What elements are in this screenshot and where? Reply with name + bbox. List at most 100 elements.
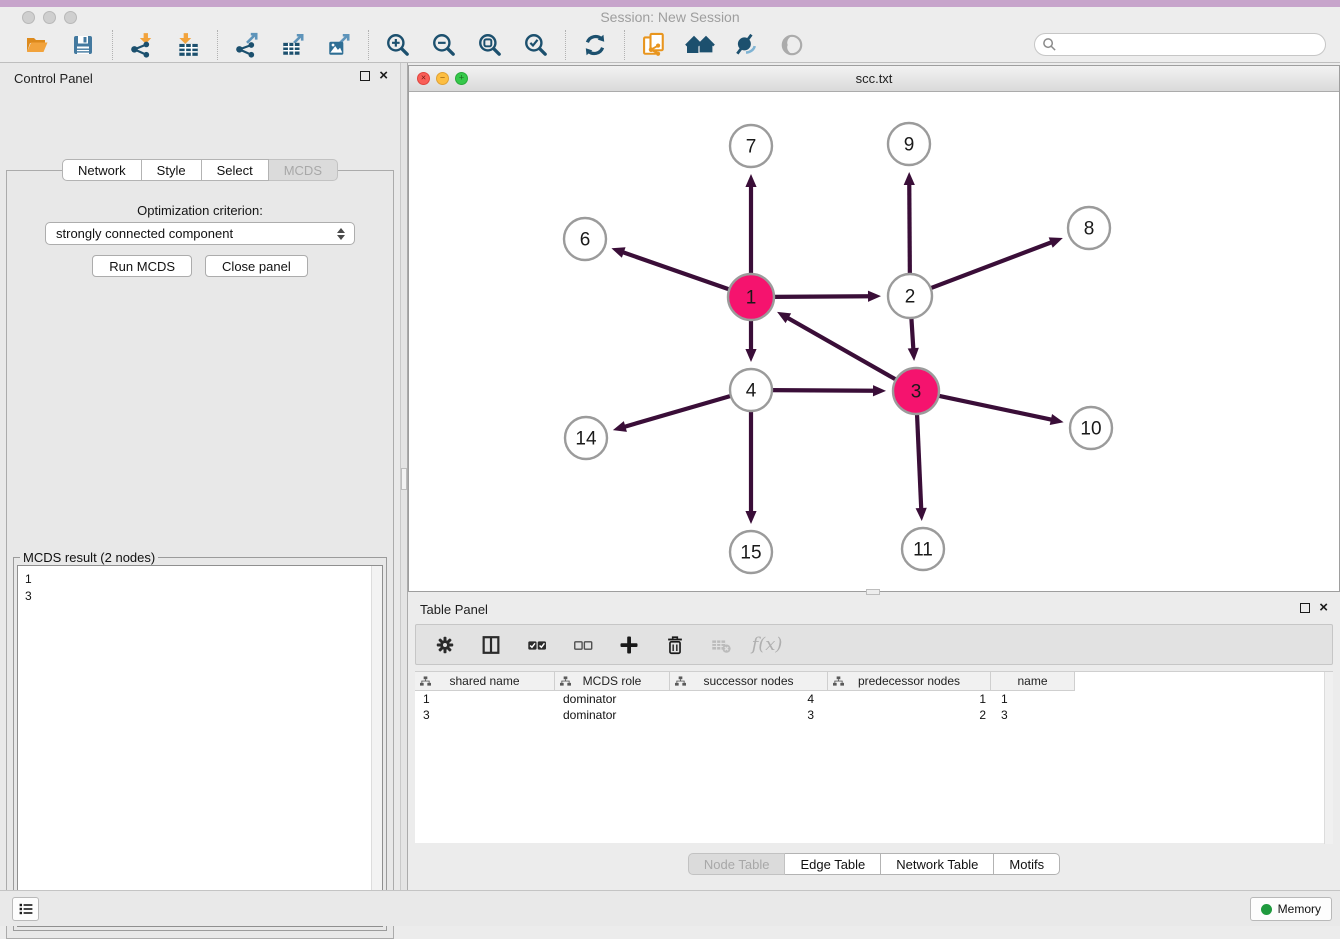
export-network-button[interactable] xyxy=(232,30,262,60)
tab-style[interactable]: Style xyxy=(142,159,202,181)
zoom-selected-button[interactable] xyxy=(521,30,551,60)
graph-node-8[interactable]: 8 xyxy=(1068,207,1110,249)
vertical-splitter[interactable] xyxy=(400,63,408,890)
open-file-button[interactable] xyxy=(22,30,52,60)
zoom-selected-icon xyxy=(523,32,549,58)
import-network-button[interactable] xyxy=(127,30,157,60)
toggle-bird-view-button[interactable] xyxy=(777,30,807,60)
toggle-columns-button[interactable] xyxy=(478,632,504,658)
zoom-out-button[interactable] xyxy=(429,30,459,60)
column-header-predecessor-nodes[interactable]: predecessor nodes xyxy=(828,672,991,691)
graph-edge-3-10[interactable] xyxy=(938,396,1053,420)
table-cell[interactable]: dominator xyxy=(555,707,670,723)
zoom-in-button[interactable] xyxy=(383,30,413,60)
deselect-all-button[interactable] xyxy=(570,632,596,658)
graph-edge-1-6[interactable] xyxy=(622,252,730,290)
close-table-panel-icon[interactable]: × xyxy=(1319,603,1328,613)
graph-node-15[interactable]: 15 xyxy=(730,531,772,573)
tab-network-table[interactable]: Network Table xyxy=(881,853,994,875)
tab-node-table[interactable]: Node Table xyxy=(688,853,786,875)
graph-edge-3-1[interactable] xyxy=(787,317,897,380)
graph-node-6[interactable]: 6 xyxy=(564,218,606,260)
node-label: 4 xyxy=(746,381,757,402)
table-cell[interactable]: 3 xyxy=(415,707,555,723)
column-header-MCDS-role[interactable]: MCDS role xyxy=(555,672,670,691)
graph-edge-3-11[interactable] xyxy=(917,413,921,510)
minimize-network-button[interactable]: − xyxy=(436,72,449,85)
result-scrollbar[interactable] xyxy=(371,566,382,926)
show-status-dialog-button[interactable] xyxy=(12,897,39,921)
graph-edge-2-8[interactable] xyxy=(930,242,1053,289)
delete-entry-button[interactable] xyxy=(662,632,688,658)
delete-table-button[interactable] xyxy=(708,632,734,658)
maximize-network-button[interactable]: + xyxy=(455,72,468,85)
graph-node-1[interactable]: 1 xyxy=(728,274,774,320)
optimization-criterion-select[interactable]: strongly connected component xyxy=(45,222,355,245)
tab-edge-table[interactable]: Edge Table xyxy=(785,853,881,875)
memory-button[interactable]: Memory xyxy=(1250,897,1332,921)
graph-node-10[interactable]: 10 xyxy=(1070,407,1112,449)
refresh-button[interactable] xyxy=(580,30,610,60)
tab-mcds[interactable]: MCDS xyxy=(269,159,338,181)
table-scrollbar[interactable] xyxy=(1324,672,1333,844)
edge-arrowhead xyxy=(613,421,627,432)
table-cell[interactable]: 1 xyxy=(991,691,1075,707)
column-header-successor-nodes[interactable]: successor nodes xyxy=(670,672,828,691)
show-graphics-details-button[interactable] xyxy=(731,30,761,60)
tab-motifs[interactable]: Motifs xyxy=(994,853,1060,875)
graph-edge-2-9[interactable] xyxy=(909,183,910,275)
table-cell[interactable]: dominator xyxy=(555,691,670,707)
graph-edge-1-2[interactable] xyxy=(773,296,870,297)
graph-node-3[interactable]: 3 xyxy=(893,368,939,414)
node-label: 1 xyxy=(746,288,757,309)
delete-table-icon xyxy=(709,634,733,656)
table-row[interactable]: 1dominator411 xyxy=(415,691,1333,707)
table-cell[interactable]: 3 xyxy=(991,707,1075,723)
splitter-grip[interactable] xyxy=(401,468,407,490)
network-window-titlebar[interactable]: × − + scc.txt xyxy=(409,66,1339,92)
clone-network-button[interactable] xyxy=(639,30,669,60)
tab-network[interactable]: Network xyxy=(62,159,142,181)
table-row[interactable]: 3dominator323 xyxy=(415,707,1333,723)
zoom-window-button[interactable] xyxy=(64,11,77,24)
graph-node-14[interactable]: 14 xyxy=(565,417,607,459)
column-header-name[interactable]: name xyxy=(991,672,1075,691)
graph-node-7[interactable]: 7 xyxy=(730,125,772,167)
float-panel-icon[interactable] xyxy=(360,71,370,81)
table-cell[interactable]: 4 xyxy=(670,691,828,707)
table-cell[interactable]: 1 xyxy=(828,691,991,707)
graph-edge-4-3[interactable] xyxy=(771,390,875,391)
graph-edge-4-14[interactable] xyxy=(623,396,731,428)
function-builder-button[interactable]: f(x) xyxy=(754,632,780,658)
run-mcds-button[interactable]: Run MCDS xyxy=(92,255,192,277)
tab-select[interactable]: Select xyxy=(202,159,269,181)
table-cell[interactable]: 1 xyxy=(415,691,555,707)
float-table-panel-icon[interactable] xyxy=(1300,603,1310,613)
graph-edge-2-3[interactable] xyxy=(911,317,913,350)
first-neighbors-button[interactable] xyxy=(685,30,715,60)
table-cell[interactable]: 3 xyxy=(670,707,828,723)
table-cell[interactable]: 2 xyxy=(828,707,991,723)
add-entry-button[interactable] xyxy=(616,632,642,658)
export-image-button[interactable] xyxy=(324,30,354,60)
close-panel-button[interactable]: Close panel xyxy=(205,255,308,277)
search-input[interactable] xyxy=(1034,33,1326,56)
close-network-button[interactable]: × xyxy=(417,72,430,85)
zoom-fit-button[interactable] xyxy=(475,30,505,60)
graph-node-2[interactable]: 2 xyxy=(888,274,932,318)
minimize-window-button[interactable] xyxy=(43,11,56,24)
import-table-button[interactable] xyxy=(173,30,203,60)
column-header-shared-name[interactable]: shared name xyxy=(415,672,555,691)
export-table-button[interactable] xyxy=(278,30,308,60)
close-panel-icon[interactable]: × xyxy=(379,71,388,81)
mcds-result-textarea[interactable]: 1 3 xyxy=(17,565,383,927)
graph-node-11[interactable]: 11 xyxy=(902,528,944,570)
network-canvas[interactable]: 7 9 6 8 1 2 4 3 14 10 15 11 xyxy=(409,92,1339,591)
graph-node-9[interactable]: 9 xyxy=(888,123,930,165)
graph-node-4[interactable]: 4 xyxy=(730,369,772,411)
save-session-button[interactable] xyxy=(68,30,98,60)
table-settings-button[interactable] xyxy=(432,632,458,658)
close-window-button[interactable] xyxy=(22,11,35,24)
network-graph[interactable]: 7 9 6 8 1 2 4 3 14 10 15 11 xyxy=(409,92,1339,591)
select-all-button[interactable] xyxy=(524,632,550,658)
